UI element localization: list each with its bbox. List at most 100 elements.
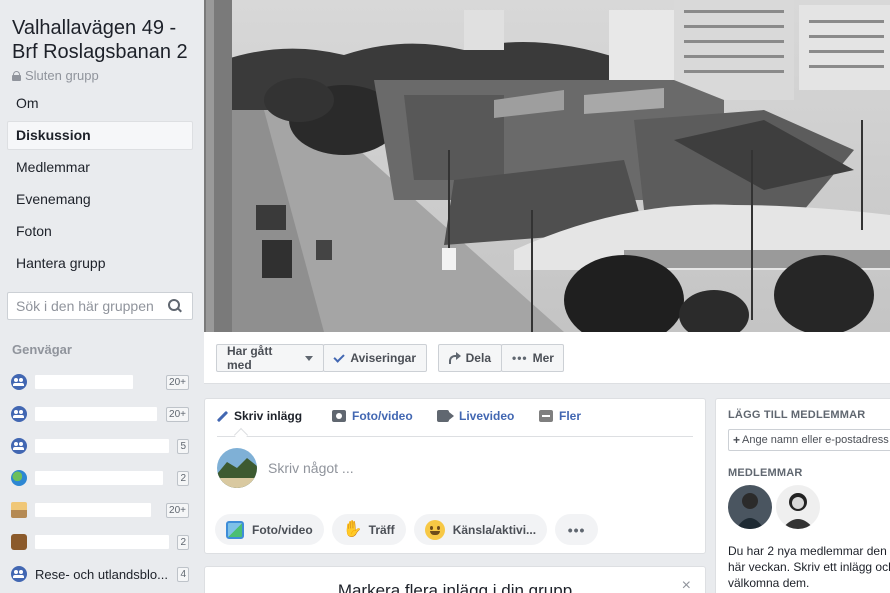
share-icon — [449, 352, 461, 364]
close-icon[interactable]: × — [682, 577, 691, 593]
shortcut-item[interactable]: Rese- och utlandsblo... 4 — [11, 558, 191, 590]
shortcut-count-badge: 20+ — [166, 503, 189, 518]
search-icon[interactable] — [168, 299, 182, 313]
post-composer: Skriv inlägg Foto/video Livevideo Fler S… — [204, 398, 706, 554]
shortcut-count-badge: 20+ — [166, 407, 189, 422]
nav-item-events[interactable]: Evenemang — [7, 185, 193, 214]
more-dots-icon: ••• — [512, 351, 528, 365]
composer-tabs: Skriv inlägg Foto/video Livevideo Fler — [205, 399, 705, 436]
plus-icon: + — [733, 433, 741, 447]
pencil-icon — [216, 410, 229, 422]
shortcut-label-redacted — [35, 503, 151, 517]
shortcut-item[interactable]: 5 — [11, 430, 191, 462]
nav-item-discussion[interactable]: Diskussion — [7, 121, 193, 150]
member-avatar-image — [728, 485, 772, 529]
tab-live-video-label: Livevideo — [459, 409, 515, 423]
feeling-activity-button[interactable]: Känsla/aktivi... — [413, 514, 548, 545]
share-button[interactable]: Dela — [438, 344, 502, 372]
tab-more-label: Fler — [559, 409, 582, 423]
shortcuts-heading: Genvägar — [12, 342, 72, 357]
more-grid-icon — [539, 410, 553, 422]
notifications-label: Aviseringar — [350, 351, 416, 365]
add-members-placeholder: Ange namn eller e-postadress — [742, 434, 889, 446]
group-icon — [11, 566, 27, 582]
shortcut-count-badge: 2 — [177, 535, 189, 550]
tab-write-post[interactable]: Skriv inlägg — [216, 409, 303, 423]
globe-icon — [11, 470, 27, 486]
shortcut-count-badge: 2 — [177, 471, 189, 486]
shortcut-item[interactable]: 20+ — [11, 366, 191, 398]
meetup-label: Träff — [368, 522, 395, 537]
composer-more-button[interactable]: ••• — [555, 514, 599, 545]
add-members-input[interactable]: + Ange namn eller e-postadress — [728, 429, 890, 451]
camera-icon — [332, 410, 346, 422]
feature-tip-card: Markera flera inlägg i din grupp × — [204, 566, 706, 593]
photo-icon — [11, 502, 27, 518]
avatar[interactable] — [217, 448, 257, 488]
group-search — [7, 292, 193, 320]
members-heading: MEDLEMMAR — [728, 467, 803, 479]
caret-down-icon — [305, 355, 313, 361]
share-label: Dela — [465, 351, 491, 365]
group-cover-photo[interactable] — [204, 0, 890, 332]
member-avatar[interactable] — [776, 485, 820, 529]
group-search-input[interactable] — [8, 293, 158, 319]
shortcut-item[interactable]: 2 — [11, 462, 191, 494]
shortcut-count-badge: 20+ — [166, 375, 189, 390]
cover-photo-image — [204, 0, 890, 332]
checkmark-icon — [333, 350, 346, 363]
joined-dropdown-button[interactable]: Har gått med — [216, 344, 324, 372]
shortcut-label-redacted — [35, 375, 133, 389]
more-label: Mer — [532, 351, 554, 365]
composer-input[interactable]: Skriv något ... — [268, 460, 354, 476]
shortcut-count-badge: 5 — [177, 439, 189, 454]
shortcut-item[interactable]: 20+ — [11, 398, 191, 430]
wave-hand-icon: ✋ — [342, 520, 363, 538]
composer-divider — [217, 436, 693, 437]
video-camera-icon — [437, 410, 449, 422]
nav-item-members[interactable]: Medlemmar — [7, 153, 193, 182]
tab-more[interactable]: Fler — [539, 409, 581, 423]
photo-video-label: Foto/video — [252, 522, 313, 537]
tab-write-post-label: Skriv inlägg — [234, 409, 303, 423]
shortcut-label: Rese- och utlandsblo... — [35, 566, 168, 582]
left-sidebar: Valhallavägen 49 - Brf Roslagsbanan 2 Sl… — [0, 0, 204, 593]
feature-tip-title: Markera flera inlägg i din grupp — [337, 581, 573, 593]
group-action-bar: Har gått med Aviseringar Dela ••• Mer — [204, 332, 890, 384]
tab-photo-video[interactable]: Foto/video — [332, 409, 413, 423]
bag-icon — [11, 534, 27, 550]
shortcut-label-redacted — [35, 535, 169, 549]
shortcut-label-redacted — [35, 439, 169, 453]
nav-item-manage-group[interactable]: Hantera grupp — [7, 249, 193, 278]
shortcut-item[interactable]: 20+ — [11, 494, 191, 526]
shortcut-item[interactable]: 2 — [11, 526, 191, 558]
member-avatar[interactable] — [728, 485, 772, 529]
tab-photo-video-label: Foto/video — [352, 409, 413, 423]
shortcuts-list: 20+ 20+ 5 2 20+ 2 Rese- och utlandsblo..… — [11, 366, 191, 590]
group-title[interactable]: Valhallavägen 49 - Brf Roslagsbanan 2 — [12, 16, 202, 64]
photo-video-button[interactable]: Foto/video — [215, 514, 324, 545]
group-icon — [11, 438, 27, 454]
meetup-button[interactable]: ✋ Träff — [331, 514, 406, 545]
joined-label: Har gått med — [227, 344, 273, 372]
group-icon — [11, 406, 27, 422]
group-nav: Om Diskussion Medlemmar Evenemang Foton … — [7, 89, 193, 281]
smiley-icon — [424, 519, 445, 540]
composer-actions: Foto/video ✋ Träff Känsla/aktivi... ••• — [215, 514, 599, 545]
nav-item-photos[interactable]: Foton — [7, 217, 193, 246]
privacy-label: Sluten grupp — [25, 68, 99, 83]
photo-icon — [226, 520, 244, 539]
group-icon — [11, 374, 27, 390]
shortcut-label-redacted — [35, 471, 163, 485]
members-panel: LÄGG TILL MEDLEMMAR + Ange namn eller e-… — [715, 398, 890, 593]
more-button[interactable]: ••• Mer — [501, 344, 564, 372]
add-members-heading: LÄGG TILL MEDLEMMAR — [728, 409, 866, 421]
shortcut-label-redacted — [35, 407, 157, 421]
notifications-button[interactable]: Aviseringar — [323, 344, 427, 372]
tab-live-video[interactable]: Livevideo — [437, 409, 514, 423]
avatar-image — [217, 448, 257, 488]
shortcut-count-badge: 4 — [177, 567, 189, 582]
group-privacy: Sluten grupp — [12, 68, 99, 83]
lock-icon — [12, 70, 21, 81]
nav-item-about[interactable]: Om — [7, 89, 193, 118]
